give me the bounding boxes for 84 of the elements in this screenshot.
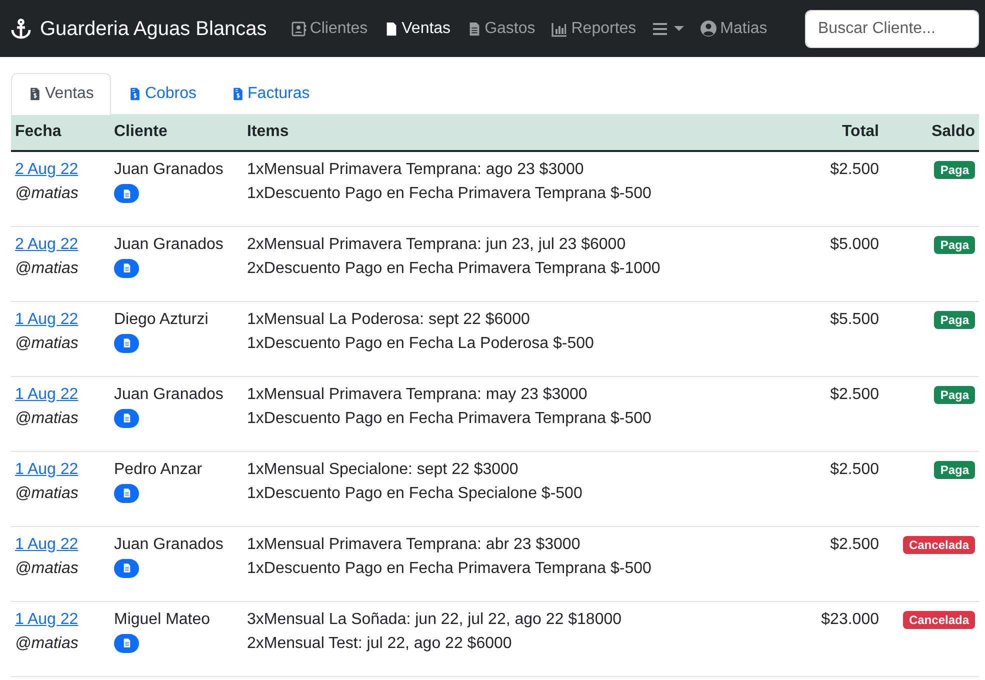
item-text: 2xMensual Primavera Temprana: jun 23, jul 23 $6000 (247, 234, 627, 254)
item-text: 1xMensual Primavera Temprana: ago 23 $3000 (247, 160, 585, 180)
document-icon (122, 262, 132, 274)
date-link[interactable]: 2 Aug 22 (15, 158, 78, 182)
total-cell: $2.500 (796, 376, 883, 451)
date-link[interactable]: 1 Aug 22 (15, 308, 78, 332)
status-badge: Paga (934, 310, 975, 328)
user-text: @matias (15, 184, 80, 204)
total-cell: $2.500 (796, 526, 883, 601)
client-name: Miguel Mateo (114, 610, 212, 630)
user-text: @matias (15, 258, 80, 278)
column-header: Total (796, 115, 883, 151)
search-field[interactable]: Buscar Cliente... (805, 10, 979, 48)
brand-title[interactable]: Guarderia Aguas Blancas (40, 14, 267, 44)
status-badge: Paga (934, 460, 975, 478)
user-text: @matias (15, 334, 80, 354)
item-text: 1xDescuento Pago en Fecha Specialone $-500 (247, 484, 584, 504)
document-icon (122, 188, 132, 200)
client-name: Diego Azturzi (114, 310, 210, 330)
nav-link[interactable]: Gastos (466, 12, 536, 44)
item-text: 1xDescuento Pago en Fecha La Poderosa $-500 (247, 334, 595, 354)
bar-chart-icon (551, 20, 568, 36)
date-link[interactable]: 1 Aug 22 (15, 532, 78, 556)
contact-card-icon (290, 20, 307, 36)
document-button[interactable] (114, 334, 139, 352)
document-button[interactable] (114, 184, 139, 203)
item-text: 1xDescuento Pago en Fecha Primavera Temprana $-500 (247, 184, 652, 204)
tab[interactable]: Ventas (11, 73, 111, 115)
date-link[interactable]: 1 Aug 22 (15, 382, 78, 406)
user-text: @matias (15, 634, 80, 654)
document-icon (122, 487, 132, 499)
date-link[interactable]: 1 Aug 22 (15, 458, 78, 482)
document-icon (122, 637, 132, 649)
total-cell: $2.500 (796, 451, 883, 526)
document-icon (122, 412, 132, 424)
user-text: @matias (15, 408, 80, 428)
status-badge: Paga (934, 161, 975, 179)
client-name: Juan Granados (114, 160, 224, 180)
document-icon (122, 337, 132, 349)
client-name: Pedro Anzar (114, 460, 204, 480)
document-button[interactable] (114, 258, 139, 278)
total-cell: $23.000 (796, 601, 883, 676)
nav-link[interactable]: Reportes (551, 12, 636, 44)
nav-link[interactable]: Ventas (384, 12, 451, 44)
caret-icon (674, 26, 684, 32)
item-text: 1xMensual La Poderosa: sept 22 $6000 (247, 310, 531, 330)
status-badge: Cancelada (902, 610, 975, 628)
user-text: @matias (15, 484, 80, 504)
document-button[interactable] (114, 484, 139, 502)
status-badge: Paga (934, 236, 975, 254)
item-text: 3xMensual La Soñada: jun 22, jul 22, ago 22 $18000 (247, 610, 623, 630)
column-header: Items (243, 115, 796, 151)
anchor-icon (10, 18, 32, 40)
total-cell: $5.500 (796, 301, 883, 376)
column-header: Saldo (883, 115, 979, 151)
date-link[interactable]: 1 Aug 22 (15, 608, 78, 632)
document-icon (122, 562, 132, 574)
client-name: Juan Granados (114, 234, 224, 254)
date-link[interactable]: 2 Aug 22 (15, 232, 78, 256)
menu-icon (652, 22, 668, 36)
status-badge: Paga (934, 386, 975, 404)
nav-link[interactable]: Clientes (290, 12, 368, 44)
document-button[interactable] (114, 408, 139, 428)
item-text: 2xDescuento Pago en Fecha Primavera Temprana $-1000 (247, 258, 662, 278)
item-text: 1xDescuento Pago en Fecha Primavera Temprana $-500 (247, 408, 652, 428)
tab[interactable]: Facturas (214, 73, 327, 115)
total-cell: $5.000 (796, 226, 883, 301)
item-text: 1xMensual Primavera Temprana: may 23 $3000 (247, 384, 588, 404)
total-cell: $2.500 (796, 151, 883, 226)
nav-link[interactable]: Matias (700, 12, 768, 44)
item-text: 1xDescuento Pago en Fecha Primavera Temprana $-500 (247, 558, 652, 578)
client-name: Juan Granados (114, 384, 224, 404)
item-text: 2xMensual Test: jul 22, ago 22 $6000 (247, 634, 513, 654)
column-header: Cliente (110, 115, 243, 151)
client-name: Juan Granados (114, 534, 224, 554)
item-text: 1xMensual Specialone: sept 22 $3000 (247, 460, 520, 480)
user-circle-icon (700, 20, 718, 37)
status-badge: Cancelada (902, 536, 975, 554)
tab[interactable]: Cobros (110, 73, 214, 115)
item-text: 1xMensual Primavera Temprana: abr 23 $3000 (247, 534, 582, 554)
document-button[interactable] (114, 634, 139, 652)
document-button[interactable] (114, 558, 139, 578)
column-header: Fecha (11, 115, 110, 151)
user-text: @matias (15, 558, 80, 578)
